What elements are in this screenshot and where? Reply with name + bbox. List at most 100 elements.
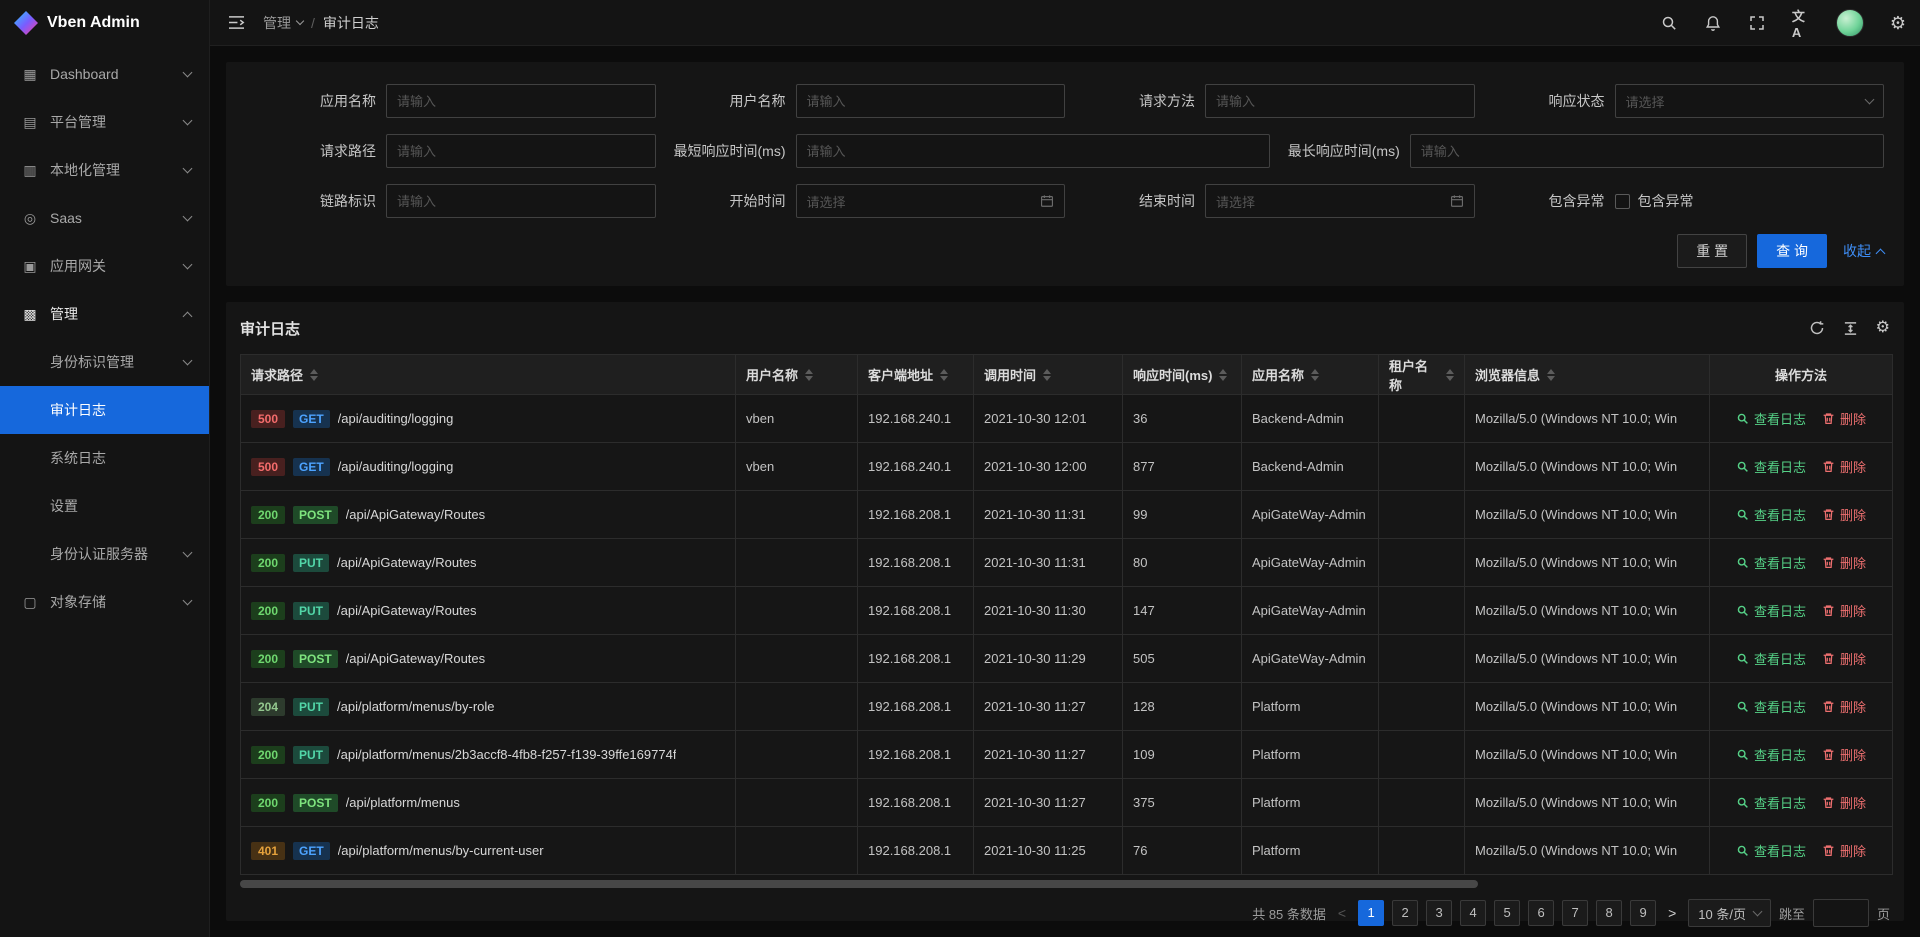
sidebar-item-audit-log[interactable]: 审计日志: [0, 386, 209, 434]
delete-button[interactable]: 删除: [1822, 793, 1866, 812]
column-header-tenant[interactable]: 租户名称: [1379, 355, 1465, 395]
sidebar-item-auth-server[interactable]: 身份认证服务器: [0, 530, 209, 578]
sidebar-item-settings[interactable]: 设置: [0, 482, 209, 530]
delete-button[interactable]: 删除: [1822, 697, 1866, 716]
field-app-name: 应用名称: [246, 84, 656, 118]
view-log-button[interactable]: 查看日志: [1736, 649, 1806, 668]
table-row: 200PUT/api/ApiGateway/Routes192.168.208.…: [241, 587, 1893, 635]
view-log-button[interactable]: 查看日志: [1736, 745, 1806, 764]
cell-ms: 36: [1123, 395, 1242, 443]
view-log-label: 查看日志: [1754, 409, 1806, 428]
sort-control[interactable]: [805, 369, 813, 381]
settings-gear-icon[interactable]: ⚙: [1890, 14, 1906, 32]
sidebar-item-admin[interactable]: ▩管理: [0, 290, 209, 338]
sort-control[interactable]: [1446, 369, 1454, 381]
view-log-button[interactable]: 查看日志: [1736, 841, 1806, 860]
page-button-2[interactable]: 2: [1392, 900, 1418, 926]
next-page-button[interactable]: >: [1664, 905, 1680, 921]
has-exception-checkbox[interactable]: [1615, 194, 1630, 209]
response-status-select[interactable]: 请选择: [1615, 84, 1885, 118]
column-header-time[interactable]: 调用时间: [974, 355, 1123, 395]
chevron-down-icon: [183, 547, 193, 557]
breadcrumb-parent[interactable]: 管理: [263, 13, 303, 33]
field-has-exception: 包含异常包含异常: [1475, 184, 1885, 218]
logo[interactable]: Vben Admin: [0, 0, 209, 46]
sidebar-item-system-log[interactable]: 系统日志: [0, 434, 209, 482]
column-header-path[interactable]: 请求路径: [241, 355, 736, 395]
delete-button[interactable]: 删除: [1822, 505, 1866, 524]
delete-button[interactable]: 删除: [1822, 409, 1866, 428]
table-row: 500GET/api/auditing/loggingvben192.168.2…: [241, 395, 1893, 443]
scrollbar-thumb[interactable]: [240, 880, 1478, 888]
column-header-user[interactable]: 用户名称: [736, 355, 858, 395]
page-button-8[interactable]: 8: [1596, 900, 1622, 926]
app-name-input[interactable]: [386, 84, 656, 118]
start-time-datepicker[interactable]: 请选择: [796, 184, 1066, 218]
page-button-4[interactable]: 4: [1460, 900, 1486, 926]
sidebar-item-saas[interactable]: ◎Saas: [0, 194, 209, 242]
delete-button[interactable]: 删除: [1822, 841, 1866, 860]
view-log-button[interactable]: 查看日志: [1736, 553, 1806, 572]
page-size-select[interactable]: 10 条/页: [1688, 899, 1771, 927]
min-response-ms-input[interactable]: [796, 134, 1270, 168]
translate-icon[interactable]: 文A: [1792, 14, 1810, 32]
page-button-5[interactable]: 5: [1494, 900, 1520, 926]
sidebar-item-dashboard[interactable]: ▦Dashboard: [0, 50, 209, 98]
sidebar-item-platform[interactable]: ▤平台管理: [0, 98, 209, 146]
prev-page-button[interactable]: <: [1334, 905, 1350, 921]
sort-control[interactable]: [1547, 369, 1555, 381]
sort-control[interactable]: [940, 369, 948, 381]
menu-fold-icon[interactable]: [228, 15, 245, 30]
row-height-icon[interactable]: [1843, 321, 1858, 336]
notification-bell-icon[interactable]: [1704, 14, 1722, 32]
view-log-button[interactable]: 查看日志: [1736, 697, 1806, 716]
view-log-button[interactable]: 查看日志: [1736, 409, 1806, 428]
page-button-1[interactable]: 1: [1358, 900, 1384, 926]
delete-button[interactable]: 删除: [1822, 457, 1866, 476]
collapse-link[interactable]: 收起: [1843, 241, 1884, 261]
page-button-6[interactable]: 6: [1528, 900, 1554, 926]
column-label: 应用名称: [1252, 365, 1304, 384]
request-path-input[interactable]: [386, 134, 656, 168]
column-settings-icon[interactable]: ⚙: [1876, 320, 1890, 336]
delete-button[interactable]: 删除: [1822, 745, 1866, 764]
sort-control[interactable]: [1043, 369, 1051, 381]
reset-button[interactable]: 重 置: [1677, 234, 1747, 268]
sort-control[interactable]: [310, 369, 318, 381]
search-button[interactable]: 查 询: [1757, 234, 1827, 268]
request-path: /api/platform/menus/by-role: [337, 699, 495, 714]
page-button-9[interactable]: 9: [1630, 900, 1656, 926]
column-header-ms[interactable]: 响应时间(ms): [1123, 355, 1242, 395]
sidebar-item-app-gateway[interactable]: ▣应用网关: [0, 242, 209, 290]
view-log-button[interactable]: 查看日志: [1736, 601, 1806, 620]
view-log-button[interactable]: 查看日志: [1736, 793, 1806, 812]
jump-page-input[interactable]: [1813, 899, 1869, 927]
end-time-datepicker[interactable]: 请选择: [1205, 184, 1475, 218]
sort-control[interactable]: [1219, 369, 1227, 381]
refresh-icon[interactable]: [1809, 320, 1825, 336]
sidebar-item-localization[interactable]: ▥本地化管理: [0, 146, 209, 194]
fullscreen-icon[interactable]: [1748, 14, 1766, 32]
sidebar-item-object-storage[interactable]: ▢对象存储: [0, 578, 209, 626]
column-header-browser[interactable]: 浏览器信息: [1465, 355, 1710, 395]
delete-button[interactable]: 删除: [1822, 601, 1866, 620]
delete-button[interactable]: 删除: [1822, 649, 1866, 668]
sort-control[interactable]: [1311, 369, 1319, 381]
view-log-button[interactable]: 查看日志: [1736, 505, 1806, 524]
sidebar-item-identity-management[interactable]: 身份标识管理: [0, 338, 209, 386]
user-name-input[interactable]: [796, 84, 1066, 118]
cell-user: [736, 827, 858, 875]
column-header-app[interactable]: 应用名称: [1242, 355, 1379, 395]
page-button-7[interactable]: 7: [1562, 900, 1588, 926]
delete-button[interactable]: 删除: [1822, 553, 1866, 572]
user-avatar[interactable]: [1836, 9, 1864, 37]
horizontal-scrollbar[interactable]: [240, 879, 1890, 889]
search-icon[interactable]: [1660, 14, 1678, 32]
max-response-ms-input[interactable]: [1410, 134, 1884, 168]
view-log-button[interactable]: 查看日志: [1736, 457, 1806, 476]
page-button-3[interactable]: 3: [1426, 900, 1452, 926]
cell-ip: 192.168.208.1: [858, 827, 974, 875]
trace-id-input[interactable]: [386, 184, 656, 218]
column-header-ip[interactable]: 客户端地址: [858, 355, 974, 395]
http-method-input[interactable]: [1205, 84, 1475, 118]
